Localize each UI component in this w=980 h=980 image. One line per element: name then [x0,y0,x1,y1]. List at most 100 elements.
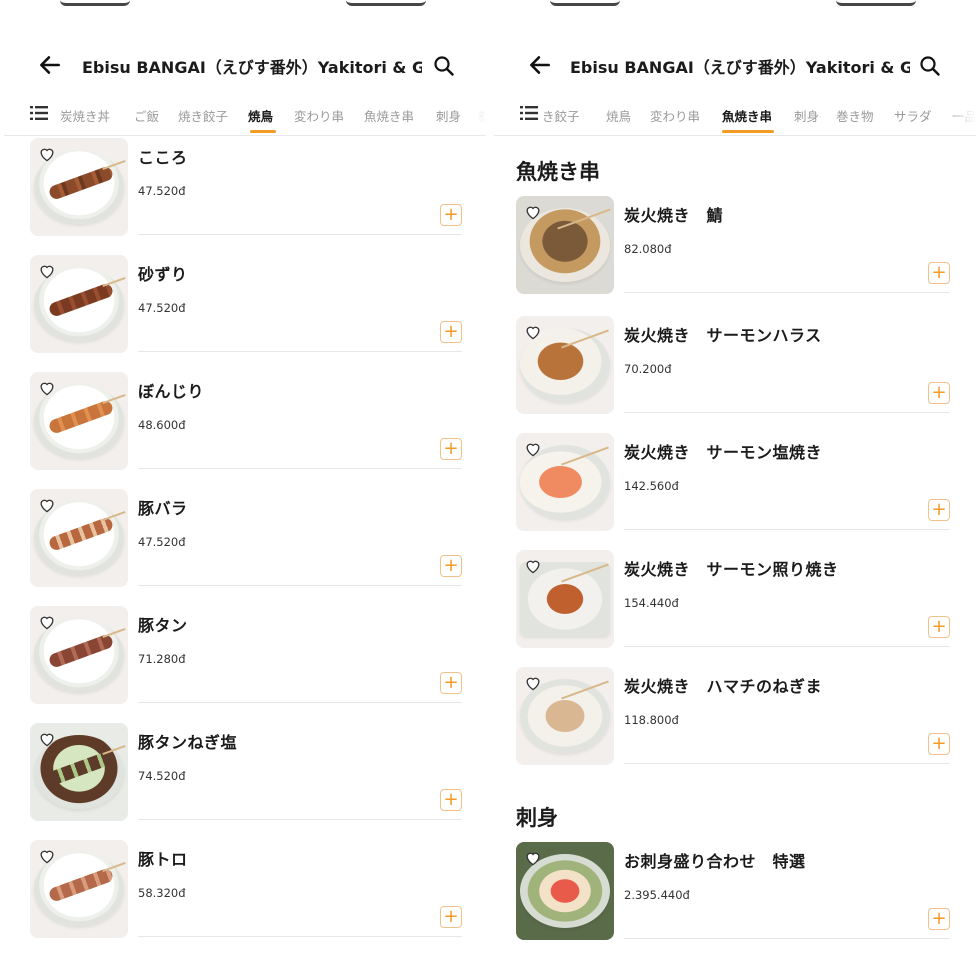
heart-icon[interactable] [524,441,542,457]
header: Ebisu BANGAI（えびす番外）Yakitori & Gy... [4,44,486,86]
heart-icon[interactable] [38,848,56,864]
add-button[interactable]: + [928,733,950,755]
heart-icon[interactable] [524,204,542,220]
add-button[interactable]: + [928,382,950,404]
item-price: 118.800đ [624,713,679,727]
page-title: Ebisu BANGAI（えびす番外）Yakitori & Gy... [570,58,910,77]
heart-icon[interactable] [524,675,542,691]
heart-icon[interactable] [524,850,542,866]
active-tab-indicator [722,130,774,133]
add-button[interactable]: + [440,204,462,226]
item-photo [30,372,128,470]
arrow-left-icon[interactable] [526,52,554,78]
item-photo [516,433,614,531]
tab-yakitori[interactable]: 焼鳥 [248,106,273,125]
menu-item[interactable]: 炭火焼き サーモン塩焼き 142.560đ + [516,433,950,541]
item-price: 47.520đ [138,184,186,198]
category-tabs: き餃子 焼鳥 変わり串 魚焼き串 刺身 巻き物 サラダ 一品 [494,100,976,136]
add-button[interactable]: + [440,321,462,343]
item-photo [30,723,128,821]
add-button[interactable]: + [440,789,462,811]
tab-gyoza[interactable]: き餃子 [542,106,580,125]
menu-item[interactable]: 炭火焼き 鯖 82.080đ + [516,196,950,304]
menu-list-icon[interactable] [30,106,48,120]
item-photo [30,489,128,587]
divider [138,819,462,820]
tab-fish-skewer[interactable]: 魚焼き串 [364,106,414,125]
item-price: 47.520đ [138,301,186,315]
left-screen: Ebisu BANGAI（えびす番外）Yakitori & Gy... 炭焼き丼… [4,0,486,980]
status-bar [4,0,486,14]
item-name: 豚バラ [138,499,188,518]
heart-icon[interactable] [38,146,56,162]
tab-salad[interactable]: サラダ [894,106,932,125]
divider [624,938,950,939]
item-price: 154.440đ [624,596,679,610]
menu-item[interactable]: 豚タン 71.280đ + [30,606,462,714]
menu-item[interactable]: 砂ずり 47.520đ + [30,255,462,363]
heart-icon[interactable] [38,731,56,747]
add-button[interactable]: + [928,908,950,930]
menu-item[interactable]: ぼんじり 48.600đ + [30,372,462,480]
add-button[interactable]: + [440,555,462,577]
heart-icon[interactable] [524,558,542,574]
menu-item[interactable]: 豚バラ 47.520đ + [30,489,462,597]
item-price: 71.280đ [138,652,186,666]
item-name: 豚タンねぎ塩 [138,733,238,752]
item-photo [516,196,614,294]
heart-icon[interactable] [38,380,56,396]
divider [624,529,950,530]
divider [624,646,950,647]
item-name: 炭火焼き サーモン照り焼き [624,560,839,579]
tab-maki[interactable]: 巻き物 [836,106,874,125]
menu-item[interactable]: 炭火焼き サーモン照り焼き 154.440đ + [516,550,950,658]
add-button[interactable]: + [928,262,950,284]
add-button[interactable]: + [440,438,462,460]
item-photo [516,667,614,765]
tab-kawari-kushi[interactable]: 変わり串 [650,106,700,125]
heart-icon[interactable] [38,497,56,513]
section-title: 魚焼き串 [516,160,600,184]
divider [138,702,462,703]
divider [138,351,462,352]
menu-item[interactable]: こころ 47.520đ + [30,138,462,246]
item-price: 82.080đ [624,242,672,256]
menu-item[interactable]: 豚トロ 58.320đ + [30,840,462,948]
item-price: 2.395.440đ [624,888,690,902]
item-price: 70.200đ [624,362,672,376]
menu-item[interactable]: 豚タンねぎ塩 74.520đ + [30,723,462,831]
menu-item[interactable]: 炭火焼き ハマチのねぎま 118.800đ + [516,667,950,775]
heart-icon[interactable] [524,324,542,340]
add-button[interactable]: + [928,616,950,638]
menu-item[interactable]: お刺身盛り合わせ 特選 2.395.440đ + [516,842,950,950]
tab-rice[interactable]: ご飯 [134,106,159,125]
tab-kawari-kushi[interactable]: 変わり串 [294,106,344,125]
divider [138,936,462,937]
menu-item[interactable]: 炭火焼き サーモンハラス 70.200đ + [516,316,950,424]
item-price: 48.600đ [138,418,186,432]
item-name: お刺身盛り合わせ 特選 [624,852,806,871]
item-name: 炭火焼き サーモンハラス [624,326,822,345]
add-button[interactable]: + [928,499,950,521]
heart-icon[interactable] [38,614,56,630]
tab-fish-skewer[interactable]: 魚焼き串 [722,106,772,125]
add-button[interactable]: + [440,906,462,928]
add-button[interactable]: + [440,672,462,694]
search-icon[interactable] [432,54,456,78]
tab-yakitori[interactable]: 焼鳥 [606,106,631,125]
arrow-left-icon[interactable] [36,52,64,78]
menu-list-icon[interactable] [520,106,538,120]
item-price: 58.320đ [138,886,186,900]
tab-fade [456,100,486,130]
divider [138,234,462,235]
heart-icon[interactable] [38,263,56,279]
tab-gyoza[interactable]: 焼き餃子 [178,106,228,125]
item-photo [30,138,128,236]
item-name: 豚トロ [138,850,188,869]
item-photo [30,606,128,704]
tab-rice-bowl[interactable]: 炭焼き丼 [60,106,110,125]
search-icon[interactable] [918,54,942,78]
divider [624,412,950,413]
tab-sashimi[interactable]: 刺身 [794,106,819,125]
item-price: 47.520đ [138,535,186,549]
